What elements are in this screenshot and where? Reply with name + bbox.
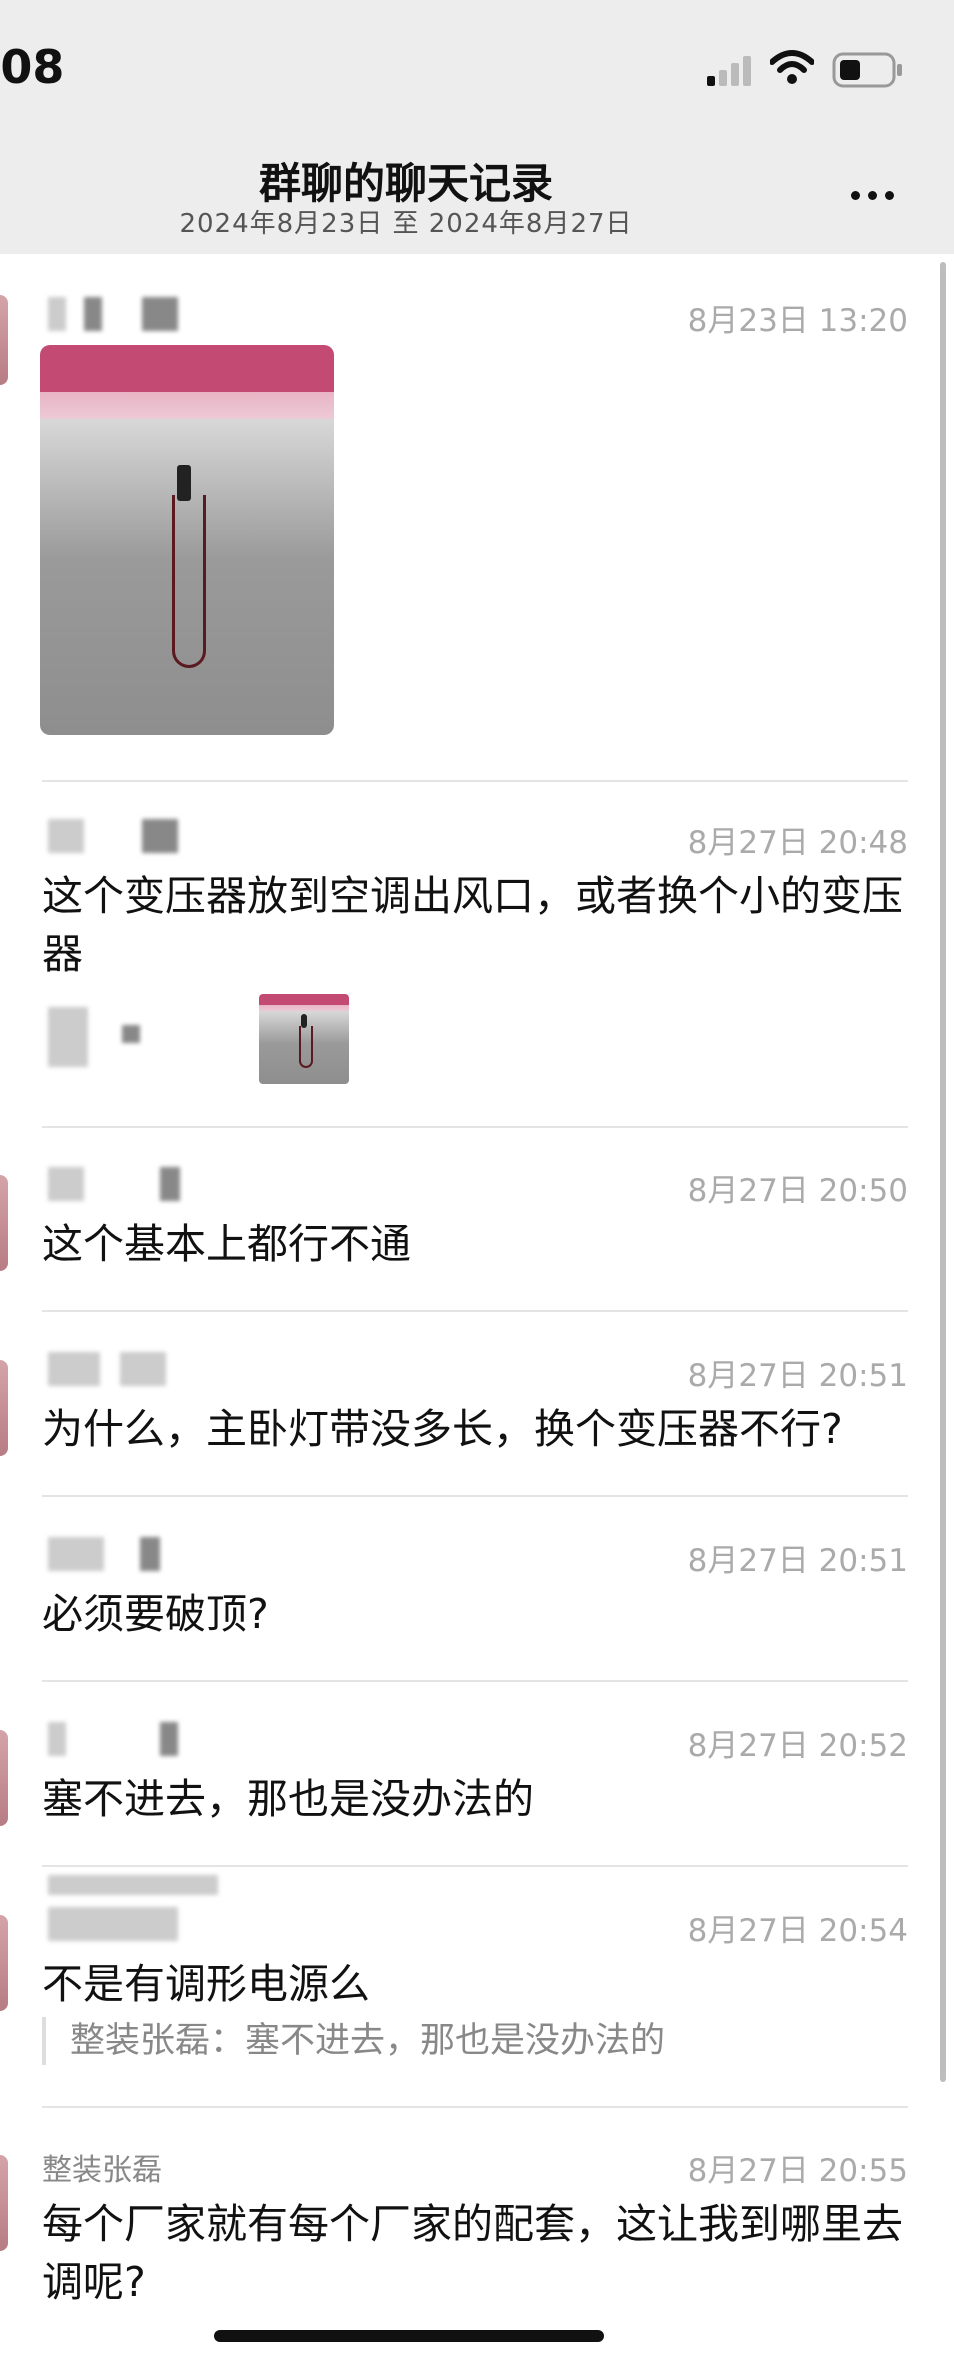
more-dot-icon bbox=[851, 191, 860, 200]
cellular-signal-icon bbox=[707, 56, 751, 86]
avatar[interactable] bbox=[0, 1360, 8, 1456]
message-text: 不是有调形电源么 bbox=[42, 1960, 370, 2008]
more-dot-icon bbox=[885, 191, 894, 200]
home-indicator[interactable] bbox=[214, 2330, 604, 2342]
avatar[interactable] bbox=[0, 1915, 8, 2011]
message-timestamp: 8月27日 20:51 bbox=[687, 1543, 908, 1579]
message-timestamp: 8月27日 20:50 bbox=[687, 1173, 908, 1209]
redacted-sender bbox=[140, 1537, 160, 1571]
battery-icon bbox=[832, 52, 902, 88]
date-range-subtitle: 2024年8月23日 至 2024年8月27日 bbox=[179, 209, 633, 239]
message-timestamp: 8月27日 20:52 bbox=[687, 1728, 908, 1764]
message-text: 塞不进去，那也是没办法的 bbox=[42, 1775, 534, 1823]
message-divider bbox=[42, 1865, 908, 1867]
avatar[interactable] bbox=[0, 1730, 8, 1826]
page-title: 群聊的聊天记录 bbox=[258, 159, 553, 208]
message-text: 这个基本上都行不通 bbox=[42, 1220, 411, 1268]
redacted-sender bbox=[142, 819, 178, 853]
message-divider bbox=[42, 2106, 908, 2108]
redacted-sender bbox=[48, 1537, 104, 1571]
more-dot-icon bbox=[868, 191, 877, 200]
redacted-sender bbox=[48, 1907, 178, 1941]
avatar[interactable] bbox=[0, 295, 8, 385]
message-timestamp: 8月27日 20:55 bbox=[687, 2153, 908, 2189]
redacted-sender bbox=[48, 1875, 218, 1895]
wifi-icon bbox=[770, 50, 814, 84]
image-attachment-thumbnail[interactable] bbox=[259, 994, 349, 1084]
redacted-sender bbox=[120, 1352, 166, 1386]
redacted-sender bbox=[48, 1352, 100, 1386]
message-divider bbox=[42, 780, 908, 782]
message-text: 每个厂家就有每个厂家的配套，这让我到哪里去调呢? bbox=[42, 2200, 903, 2306]
message-divider bbox=[42, 1310, 908, 1312]
status-time: :08 bbox=[0, 40, 65, 94]
message-timestamp: 8月23日 13:20 bbox=[687, 303, 908, 339]
redacted-sender bbox=[48, 1722, 66, 1756]
redacted-sender bbox=[48, 297, 66, 331]
redacted-sender bbox=[160, 1167, 180, 1201]
message-text: 为什么，主卧灯带没多长，换个变压器不行? bbox=[42, 1405, 843, 1453]
redacted-sender bbox=[48, 819, 84, 853]
message-divider bbox=[42, 1126, 908, 1128]
scrollbar[interactable] bbox=[940, 262, 946, 2082]
message-text: 必须要破顶? bbox=[42, 1590, 269, 1638]
redacted-sender bbox=[48, 1167, 84, 1201]
cable-icon bbox=[299, 1026, 313, 1068]
message-timestamp: 8月27日 20:54 bbox=[687, 1913, 908, 1949]
redacted-sender bbox=[160, 1722, 178, 1756]
redacted-preview bbox=[122, 1025, 140, 1043]
cable-icon bbox=[172, 495, 206, 668]
redacted-preview bbox=[48, 1007, 88, 1067]
avatar[interactable] bbox=[0, 2155, 8, 2251]
message-text: 这个变压器放到空调出风口，或者换个小的变压器 bbox=[42, 872, 903, 978]
image-message[interactable] bbox=[40, 345, 334, 735]
message-divider bbox=[42, 1680, 908, 1682]
status-bar: :08 bbox=[0, 0, 954, 140]
message-divider bbox=[42, 1495, 908, 1497]
message-timestamp: 8月27日 20:51 bbox=[687, 1358, 908, 1394]
quoted-message[interactable]: 整装张磊：塞不进去，那也是没办法的 bbox=[42, 2017, 665, 2065]
message-timestamp: 8月27日 20:48 bbox=[687, 825, 908, 861]
avatar[interactable] bbox=[0, 1175, 8, 1271]
sender-name: 整装张磊 bbox=[42, 2153, 162, 2188]
redacted-sender bbox=[142, 297, 178, 331]
redacted-sender bbox=[84, 297, 102, 331]
more-options-button[interactable] bbox=[851, 185, 903, 200]
